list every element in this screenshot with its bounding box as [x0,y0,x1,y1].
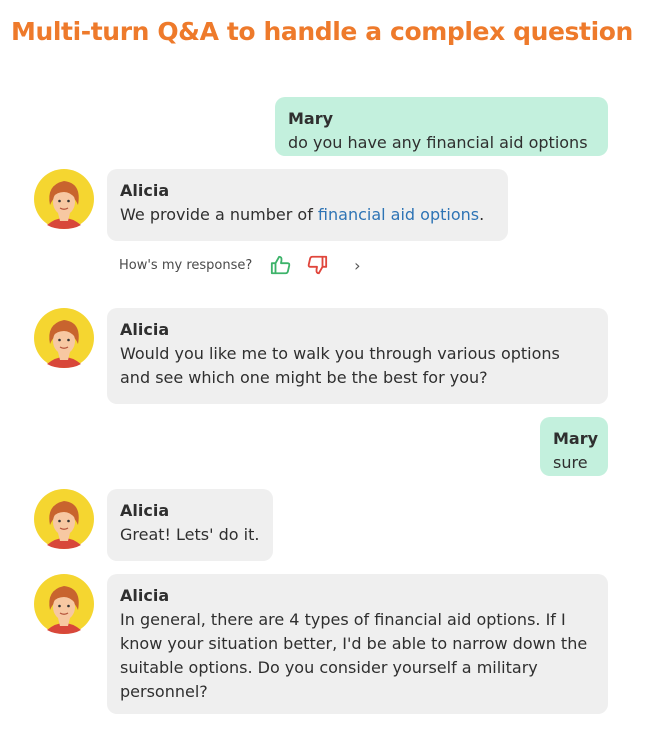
thumbs-up-button[interactable] [268,252,294,278]
financial-aid-options-link[interactable]: financial aid options [318,205,479,224]
response-feedback-bar: How's my response? › [119,252,370,278]
user-message-bubble: Mary sure [540,417,608,476]
sender-name: Alicia [120,181,170,200]
feedback-label: How's my response? [119,257,253,273]
sender-name: Mary [553,429,599,448]
message-text: Great! Lets' do it. [120,525,260,544]
sender-name: Alicia [120,320,170,339]
agent-message-bubble: Alicia In general, there are 4 types of … [107,574,608,714]
agent-avatar-icon [34,169,94,229]
sender-name: Alicia [120,501,170,520]
message-text-segment: We provide a number of [120,205,318,224]
thumbs-up-icon [271,255,291,275]
agent-message-bubble: Alicia We provide a number of financial … [107,169,508,241]
thumbs-down-icon [308,255,328,275]
agent-avatar-icon [34,489,94,549]
message-text: do you have any financial aid options [288,133,588,152]
agent-avatar-icon [34,574,94,634]
message-text: Would you like me to walk you through va… [120,344,560,387]
agent-avatar-icon [34,308,94,368]
message-text: In general, there are 4 types of financi… [120,610,588,701]
message-text: We provide a number of financial aid opt… [120,203,495,227]
chevron-right-icon[interactable]: › [344,252,370,278]
user-message-bubble: Mary do you have any financial aid optio… [275,97,608,156]
message-text-segment: . [479,205,485,224]
message-text: sure [553,453,588,472]
sender-name: Alicia [120,586,170,605]
agent-message-bubble: Alicia Great! Lets' do it. [107,489,273,561]
thumbs-down-button[interactable] [304,252,330,278]
agent-message-bubble: Alicia Would you like me to walk you thr… [107,308,608,404]
sender-name: Mary [288,109,334,128]
page-title: Multi-turn Q&A to handle a complex quest… [11,17,633,46]
